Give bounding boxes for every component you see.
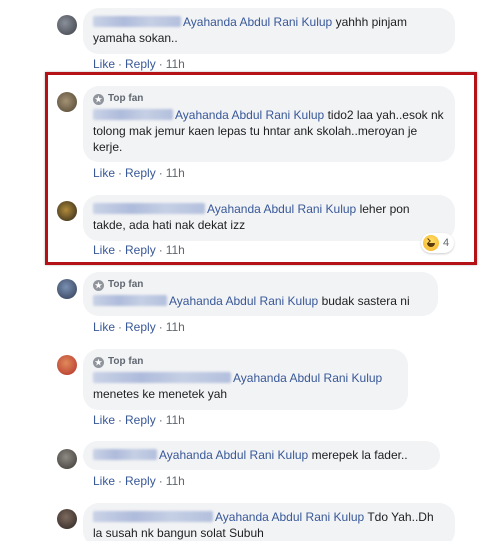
top-fan-badge: ★ Top fan — [93, 279, 144, 291]
like-link[interactable]: Like — [93, 57, 115, 71]
avatar[interactable] — [57, 509, 77, 529]
comment-actions: Like · Reply · 11h — [93, 243, 185, 257]
avatar[interactable] — [57, 449, 77, 469]
comment-actions: Like · Reply · 11h — [93, 413, 185, 427]
reply-link[interactable]: Reply — [125, 413, 156, 427]
avatar[interactable] — [57, 279, 77, 299]
comment-actions: Like · Reply · 11h — [93, 474, 185, 488]
timestamp[interactable]: 11h — [166, 57, 185, 71]
like-link[interactable]: Like — [93, 474, 115, 488]
avatar[interactable] — [57, 201, 77, 221]
comment-bubble: Ayahanda Abdul Rani Kulup leher pon takd… — [83, 195, 455, 241]
reply-link[interactable]: Reply — [125, 243, 156, 257]
top-fan-badge: ★ Top fan — [93, 356, 144, 368]
timestamp[interactable]: 11h — [166, 243, 185, 257]
blurred-author-name[interactable] — [93, 203, 205, 214]
timestamp[interactable]: 11h — [166, 320, 185, 334]
avatar[interactable] — [57, 355, 77, 375]
top-fan-badge: ★ Top fan — [93, 93, 144, 105]
reply-link[interactable]: Reply — [125, 320, 156, 334]
blurred-author-name[interactable] — [93, 109, 173, 120]
like-link[interactable]: Like — [93, 320, 115, 334]
blurred-author-name[interactable] — [93, 16, 181, 27]
comment-bubble: Ayahanda Abdul Rani Kulup Tdo Yah..Dh la… — [83, 503, 455, 541]
blurred-author-name[interactable] — [93, 372, 231, 383]
reply-link[interactable]: Reply — [125, 57, 156, 71]
reply-link[interactable]: Reply — [125, 474, 156, 488]
avatar[interactable] — [57, 92, 77, 112]
comment-actions: Like · Reply · 11h — [93, 320, 185, 334]
trophy-icon: ★ — [93, 356, 104, 368]
like-link[interactable]: Like — [93, 413, 115, 427]
comment-bubble: Ayahanda Abdul Rani Kulup yahhh pinjam y… — [83, 8, 455, 54]
comment-text: menetes ke menetek yah — [93, 387, 228, 401]
mention-link[interactable]: Ayahanda Abdul Rani Kulup — [215, 510, 364, 524]
blurred-author-name[interactable] — [93, 295, 167, 306]
haha-emoji-icon — [423, 235, 439, 251]
timestamp[interactable]: 11h — [166, 413, 185, 427]
comment-bubble: Ayahanda Abdul Rani Kulup merepek la fad… — [83, 441, 440, 470]
comment-bubble: ★ Top fan Ayahanda Abdul Rani Kulup menet… — [83, 349, 408, 410]
comment-text: budak sastera ni — [318, 294, 410, 308]
reply-link[interactable]: Reply — [125, 166, 156, 180]
like-link[interactable]: Like — [93, 243, 115, 257]
reaction-count[interactable]: 4 — [421, 233, 455, 253]
blurred-author-name[interactable] — [93, 511, 213, 522]
comment-actions: Like · Reply · 11h — [93, 166, 185, 180]
trophy-icon: ★ — [93, 279, 104, 291]
trophy-icon: ★ — [93, 93, 104, 105]
avatar[interactable] — [57, 15, 77, 35]
like-link[interactable]: Like — [93, 166, 115, 180]
mention-link[interactable]: Ayahanda Abdul Rani Kulup — [233, 371, 382, 385]
mention-link[interactable]: Ayahanda Abdul Rani Kulup — [169, 294, 318, 308]
comment-bubble: ★ Top fan Ayahanda Abdul Rani Kulup budak… — [83, 272, 438, 316]
mention-link[interactable]: Ayahanda Abdul Rani Kulup — [175, 108, 324, 122]
comment-actions: Like · Reply · 11h — [93, 57, 185, 71]
mention-link[interactable]: Ayahanda Abdul Rani Kulup — [207, 202, 356, 216]
timestamp[interactable]: 11h — [166, 474, 185, 488]
timestamp[interactable]: 11h — [166, 166, 185, 180]
blurred-author-name[interactable] — [93, 449, 157, 460]
comment-text: merepek la fader.. — [308, 448, 408, 462]
comment-bubble: ★ Top fan Ayahanda Abdul Rani Kulup tido2… — [83, 86, 455, 162]
mention-link[interactable]: Ayahanda Abdul Rani Kulup — [159, 448, 308, 462]
mention-link[interactable]: Ayahanda Abdul Rani Kulup — [183, 15, 332, 29]
